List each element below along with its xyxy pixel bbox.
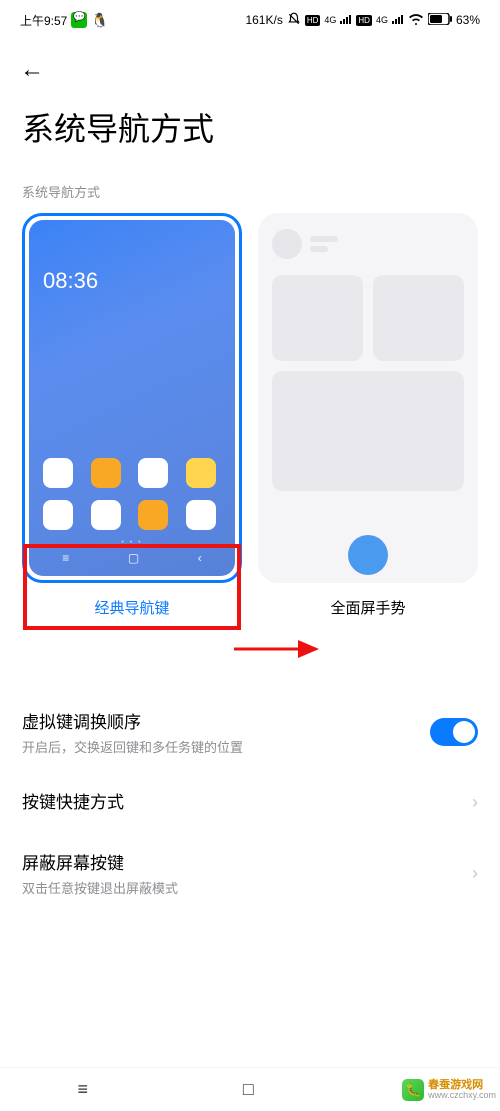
- wechat-notification-icon: [71, 12, 87, 28]
- back-button[interactable]: ←: [20, 56, 44, 83]
- option-label-classic: 经典导航键: [22, 597, 242, 624]
- signal-bars-icon-2: [392, 13, 404, 27]
- preview-back-icon: ‹: [198, 551, 202, 565]
- preview-clock: 08:36: [43, 268, 98, 294]
- sys-menu-button[interactable]: ≡: [77, 1079, 88, 1100]
- wifi-icon: [408, 13, 424, 28]
- preview-classic: 08:36 • • • ≡ ▢ ‹: [22, 213, 242, 583]
- qq-notification-icon: 🐧: [91, 12, 108, 29]
- status-time: 上午9:57: [20, 12, 67, 29]
- signal-4g-1: 4G: [324, 15, 336, 25]
- option-fullscreen-gestures[interactable]: 全面屏手势: [258, 213, 478, 624]
- network-speed: 161K/s: [245, 13, 282, 27]
- option-classic-navkeys[interactable]: 08:36 • • • ≡ ▢ ‹ 经典导航键: [22, 213, 242, 624]
- preview-navbar: ≡ ▢ ‹: [33, 544, 231, 572]
- dnd-icon: [287, 12, 301, 29]
- preview-menu-icon: ≡: [62, 551, 69, 565]
- setting-swap-keys-desc: 开启后，交换返回键和多任务键的位置: [22, 737, 430, 756]
- hd-icon-2: HD: [356, 15, 372, 26]
- section-label: 系统导航方式: [0, 174, 500, 213]
- chevron-right-icon: ›: [472, 863, 478, 884]
- preview-gesture-indicator-icon: [348, 535, 388, 575]
- watermark: 🐛 春蚕游戏网 www.czchxy.com: [402, 1079, 496, 1101]
- signal-4g-2: 4G: [376, 15, 388, 25]
- option-label-gestures: 全面屏手势: [258, 597, 478, 624]
- setting-shortcut[interactable]: 按键快捷方式 ›: [22, 772, 478, 833]
- signal-bars-icon-1: [340, 13, 352, 27]
- watermark-url: www.czchxy.com: [428, 1091, 496, 1101]
- setting-shield-desc: 双击任意按键退出屏蔽模式: [22, 878, 472, 897]
- preview-home-icon: ▢: [128, 551, 139, 565]
- setting-shield-keys[interactable]: 屏蔽屏幕按键 双击任意按键退出屏蔽模式 ›: [22, 833, 478, 913]
- chevron-right-icon: ›: [472, 792, 478, 813]
- preview-avatar-icon: [272, 229, 302, 259]
- setting-swap-keys[interactable]: 虚拟键调换顺序 开启后，交换返回键和多任务键的位置: [22, 692, 478, 772]
- annotation-red-arrow: [232, 637, 332, 661]
- preview-gestures: [258, 213, 478, 583]
- battery-icon: [428, 13, 452, 28]
- watermark-logo-icon: 🐛: [402, 1079, 424, 1101]
- setting-shortcut-title: 按键快捷方式: [22, 788, 472, 813]
- page-title: 系统导航方式: [0, 92, 500, 174]
- toggle-swap-keys[interactable]: [430, 718, 478, 746]
- setting-swap-keys-title: 虚拟键调换顺序: [22, 708, 430, 733]
- status-bar: 上午9:57 🐧 161K/s HD 4G HD 4G 63%: [0, 0, 500, 40]
- preview-app-grid: [29, 458, 235, 530]
- battery-percent: 63%: [456, 13, 480, 27]
- hd-icon-1: HD: [305, 15, 321, 26]
- setting-shield-title: 屏蔽屏幕按键: [22, 849, 472, 874]
- sys-home-button[interactable]: □: [243, 1079, 254, 1100]
